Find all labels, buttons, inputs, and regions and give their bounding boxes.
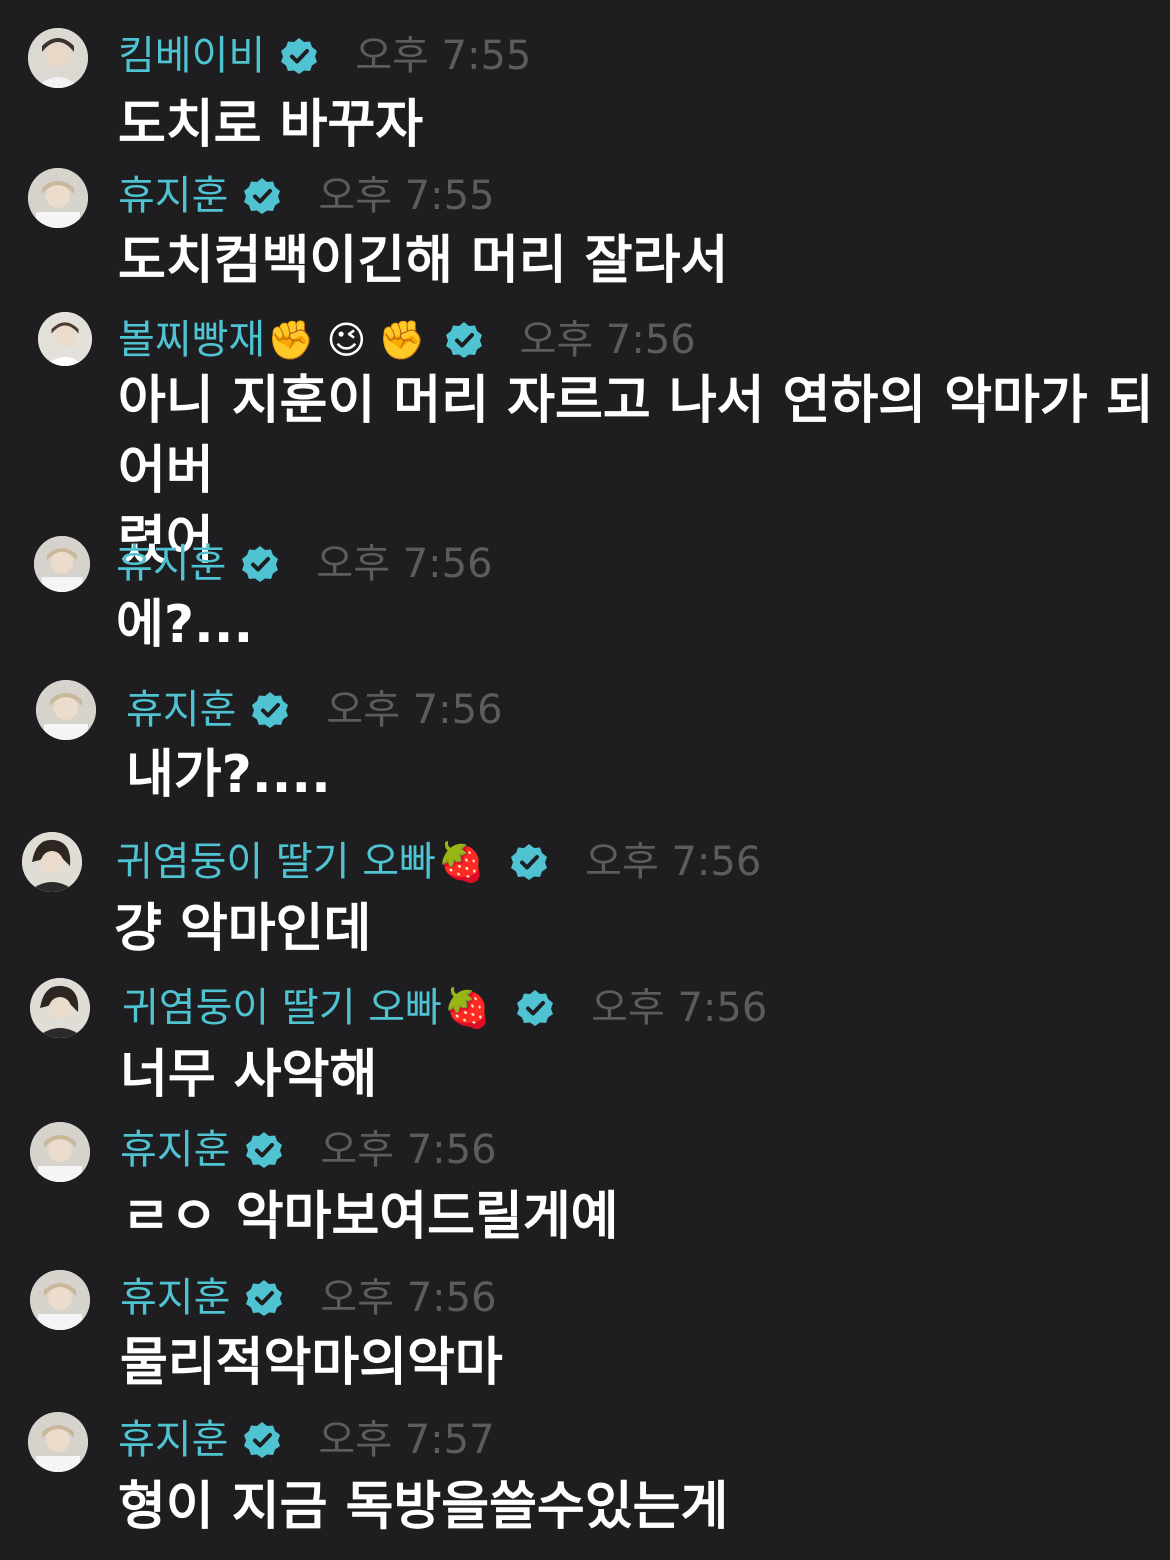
- name-emoji: ✊ 😉 ✊: [267, 318, 426, 362]
- author-name[interactable]: 귀염둥이 딸기 오빠: [116, 838, 436, 886]
- author-name[interactable]: 볼찌빵재: [118, 316, 265, 364]
- avatar-icon[interactable]: [30, 978, 90, 1038]
- name-emoji: 🍓: [443, 986, 492, 1030]
- timestamp: 오후 7:56: [591, 985, 768, 1031]
- avatar-icon[interactable]: [38, 312, 92, 366]
- name-emoji: 🍓: [437, 840, 486, 884]
- timestamp: 오후 7:56: [519, 317, 696, 363]
- author-name[interactable]: 킴베이비: [118, 32, 265, 80]
- author-name[interactable]: 휴지훈: [120, 1126, 230, 1174]
- message-text: 형이 지금 독방을쓸수있는게: [118, 1477, 729, 1537]
- author-name[interactable]: 휴지훈: [116, 540, 226, 588]
- message-text: 걍 악마인데: [114, 899, 372, 959]
- avatar-icon[interactable]: [30, 1122, 90, 1182]
- author-name[interactable]: 휴지훈: [120, 1274, 230, 1322]
- timestamp: 오후 7:55: [318, 173, 495, 219]
- avatar-icon[interactable]: [28, 1412, 88, 1472]
- timestamp: 오후 7:56: [585, 839, 762, 885]
- timestamp: 오후 7:56: [320, 1275, 497, 1321]
- verified-badge-icon: [244, 1422, 281, 1458]
- message-text: 물리적악마의악마: [120, 1333, 503, 1393]
- timestamp: 오후 7:55: [355, 33, 532, 79]
- verified-badge-icon: [244, 178, 281, 214]
- avatar-icon[interactable]: [28, 28, 88, 88]
- verified-badge-icon: [242, 546, 279, 582]
- verified-badge-icon: [246, 1132, 283, 1168]
- message-text: 도치로 바꾸자: [118, 95, 424, 155]
- verified-badge-icon: [281, 38, 318, 74]
- message-text: 너무 사악해: [120, 1045, 378, 1105]
- timestamp: 오후 7:57: [318, 1417, 495, 1463]
- message-text: 도치컴백이긴해 머리 잘라서: [118, 231, 729, 291]
- author-name[interactable]: 휴지훈: [126, 686, 236, 734]
- avatar-icon[interactable]: [22, 832, 82, 892]
- avatar-icon[interactable]: [34, 536, 90, 592]
- avatar-icon[interactable]: [28, 168, 88, 228]
- message-text: 에?...: [116, 595, 254, 655]
- verified-badge-icon: [511, 844, 548, 880]
- timestamp: 오후 7:56: [316, 541, 493, 587]
- timestamp: 오후 7:56: [320, 1127, 497, 1173]
- message-text: 내가?....: [126, 745, 331, 805]
- verified-badge-icon: [445, 322, 482, 358]
- message-text: ㄹㅇ 악마보여드릴게예: [122, 1187, 619, 1247]
- verified-badge-icon: [517, 990, 554, 1026]
- verified-badge-icon: [252, 692, 289, 728]
- author-name[interactable]: 휴지훈: [118, 1416, 228, 1464]
- author-name[interactable]: 휴지훈: [118, 172, 228, 220]
- chat-log: 킴베이비 오후 7:55 도치로 바꾸자 휴지훈 오후 7:55 도치컴백이긴해…: [0, 0, 1170, 1560]
- avatar-icon[interactable]: [30, 1270, 90, 1330]
- verified-badge-icon: [246, 1280, 283, 1316]
- avatar-icon[interactable]: [36, 680, 96, 740]
- author-name[interactable]: 귀염둥이 딸기 오빠: [122, 984, 442, 1032]
- timestamp: 오후 7:56: [326, 687, 503, 733]
